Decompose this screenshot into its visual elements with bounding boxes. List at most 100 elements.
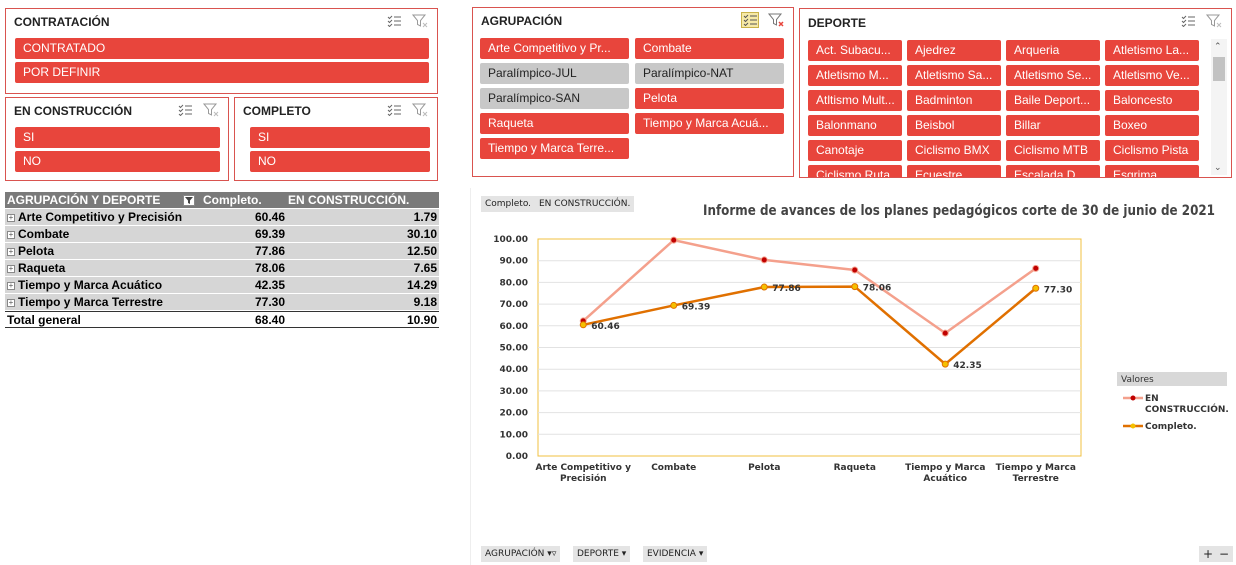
slicer-item-deporte[interactable]: Atletismo La... — [1105, 40, 1199, 61]
slicer-item-deporte[interactable]: Ciclismo MTB — [1006, 140, 1100, 161]
pivot-row-label[interactable]: + Arte Competitivo y Precisión — [7, 209, 182, 226]
pivot-row-label[interactable]: + Combate — [7, 226, 69, 243]
slicer-item-si[interactable]: SI — [250, 127, 430, 148]
legend-title: Valores — [1121, 375, 1154, 385]
slicer-item-deporte[interactable]: Ajedrez — [907, 40, 1001, 61]
data-point — [941, 329, 949, 337]
cell-completo: 60.46 — [254, 210, 285, 224]
slicer-item-deporte[interactable]: Canotaje — [808, 140, 902, 161]
scrollbar[interactable]: ⌃ ⌄ — [1211, 39, 1227, 175]
slicer-item-agrupacion[interactable]: Paralímpico-NAT — [635, 63, 784, 84]
x-tick-label: Arte Competitivo y — [536, 463, 632, 473]
y-tick-label: 60.00 — [500, 322, 528, 332]
slicer-item-deporte[interactable]: Act. Subacu... — [808, 40, 902, 61]
field-button-agrupacion[interactable]: AGRUPACIÓN ▾▿ — [481, 546, 561, 562]
pivot-row-label[interactable]: + Tiempo y Marca Terrestre — [7, 294, 163, 311]
slicer-item-deporte[interactable]: Baloncesto — [1105, 90, 1199, 111]
slicer-item-agrupacion[interactable]: Pelota — [635, 88, 784, 109]
x-tick-label: Combate — [651, 463, 696, 473]
chevron-down-icon[interactable]: ▾ — [699, 549, 704, 559]
data-point — [670, 301, 678, 309]
slicer-item-agrupacion[interactable]: Combate — [635, 38, 784, 59]
slicer-item-deporte[interactable]: Ciclismo BMX — [907, 140, 1001, 161]
slicer-item-agrupacion[interactable]: Paralímpico-JUL — [480, 63, 629, 84]
cell-construccion: 12.50 — [406, 244, 437, 258]
slicer-item-deporte[interactable]: Baile Deport... — [1006, 90, 1100, 111]
slicer-item-deporte[interactable]: Atletismo Se... — [1006, 65, 1100, 86]
slicer-item-por-definir[interactable]: POR DEFINIR — [15, 62, 429, 83]
pivot-header-label: AGRUPACIÓN Y DEPORTE — [7, 193, 161, 207]
chevron-down-icon[interactable]: ▾ — [622, 549, 627, 559]
expand-icon[interactable]: + — [7, 230, 15, 239]
slicer-item-agrupacion[interactable]: Tiempo y Marca Terre... — [480, 138, 629, 159]
total-label: Total general — [7, 313, 81, 327]
slicer-item-deporte[interactable]: Atletismo Ve... — [1105, 65, 1199, 86]
filter-dropdown-icon[interactable] — [183, 195, 195, 206]
slicer-item-agrupacion[interactable]: Paralímpico-SAN — [480, 88, 629, 109]
slicer-item-deporte[interactable]: Badminton — [907, 90, 1001, 111]
slicer-item-deporte[interactable]: Atletismo M... — [808, 65, 902, 86]
x-tick-label: Tiempo y Marca — [905, 463, 985, 473]
data-point — [1032, 284, 1040, 292]
slicer-item-deporte[interactable]: Escalada D... — [1006, 165, 1100, 177]
slicer-item-agrupacion[interactable]: Raqueta — [480, 113, 629, 134]
x-tick-label: Raqueta — [834, 463, 876, 473]
slicer-item-contratado[interactable]: CONTRATADO — [15, 38, 429, 59]
pivot-row-label[interactable]: + Raqueta — [7, 260, 65, 277]
slicer-item-deporte[interactable]: Arqueria — [1006, 40, 1100, 61]
scroll-up-icon[interactable]: ⌃ — [1214, 41, 1222, 52]
expand-icon[interactable]: + — [7, 213, 15, 222]
y-tick-label: 90.00 — [500, 257, 528, 267]
scroll-thumb[interactable] — [1213, 57, 1225, 81]
cell-completo: 78.06 — [254, 261, 285, 275]
cell-construccion: 1.79 — [413, 210, 437, 224]
y-tick-label: 80.00 — [500, 278, 528, 288]
slicer-title: COMPLETO — [243, 104, 311, 118]
slicer-item-agrupacion[interactable]: Tiempo y Marca Acuá... — [635, 113, 784, 134]
clear-filter-icon[interactable] — [1205, 13, 1223, 29]
multi-select-icon[interactable] — [1179, 13, 1197, 29]
pivot-row-label[interactable]: + Tiempo y Marca Acuático — [7, 277, 162, 294]
slicer-toolbar — [176, 102, 220, 118]
slicer-title: CONTRATACIÓN — [14, 15, 110, 29]
scroll-down-icon[interactable]: ⌄ — [1214, 162, 1222, 173]
y-tick-label: 10.00 — [500, 430, 528, 440]
clear-filter-icon[interactable] — [767, 12, 785, 28]
multi-select-icon[interactable] — [385, 102, 403, 118]
slicer-item-no[interactable]: NO — [250, 151, 430, 172]
slicer-item-deporte[interactable]: Ciclismo Pista — [1105, 140, 1199, 161]
slicer-item-deporte[interactable]: Boxeo — [1105, 115, 1199, 136]
expand-icon[interactable]: + — [7, 247, 15, 256]
multi-select-icon[interactable] — [741, 12, 759, 28]
slicer-item-deporte[interactable]: Ciclismo Ruta — [808, 165, 902, 177]
slicer-item-deporte[interactable]: Atltismo Mult... — [808, 90, 902, 111]
clear-filter-icon[interactable] — [411, 13, 429, 29]
clear-filter-icon[interactable] — [411, 102, 429, 118]
expand-icon[interactable]: + — [7, 264, 15, 273]
slicer-item-deporte[interactable]: Beisbol — [907, 115, 1001, 136]
slicer-item-deporte[interactable]: Billar — [1006, 115, 1100, 136]
pivot-row-label[interactable]: + Pelota — [7, 243, 54, 260]
slicer-item-si[interactable]: SI — [15, 127, 220, 148]
multi-select-icon[interactable] — [385, 13, 403, 29]
data-label: 77.86 — [772, 284, 800, 294]
legend-marker — [1130, 395, 1136, 401]
row-name: Pelota — [18, 244, 55, 258]
slicer-item-deporte[interactable]: Balonmano — [808, 115, 902, 136]
filter-dropdown-icon[interactable]: ▾▿ — [547, 549, 556, 559]
multi-select-icon[interactable] — [176, 102, 194, 118]
field-button-deporte[interactable]: DEPORTE ▾ — [573, 546, 631, 562]
data-point — [579, 321, 587, 329]
slicer-item-deporte[interactable]: Esgrima — [1105, 165, 1199, 177]
slicer-item-no[interactable]: NO — [15, 151, 220, 172]
clear-filter-icon[interactable] — [202, 102, 220, 118]
expand-icon[interactable]: + — [7, 281, 15, 290]
slicer-deporte: DEPORTE Act. Subacu... Ajedrez Arqueria Atl… — [799, 8, 1232, 178]
slicer-item-deporte[interactable]: Atletismo Sa... — [907, 65, 1001, 86]
collapse-button[interactable]: − — [1215, 546, 1234, 562]
field-button-evidencia[interactable]: EVIDENCIA ▾ — [643, 546, 708, 562]
expand-icon[interactable]: + — [7, 298, 15, 307]
slicer-item-deporte[interactable]: Ecuestre — [907, 165, 1001, 177]
slicer-toolbar — [1179, 13, 1223, 29]
slicer-item-agrupacion[interactable]: Arte Competitivo y Pr... — [480, 38, 629, 59]
